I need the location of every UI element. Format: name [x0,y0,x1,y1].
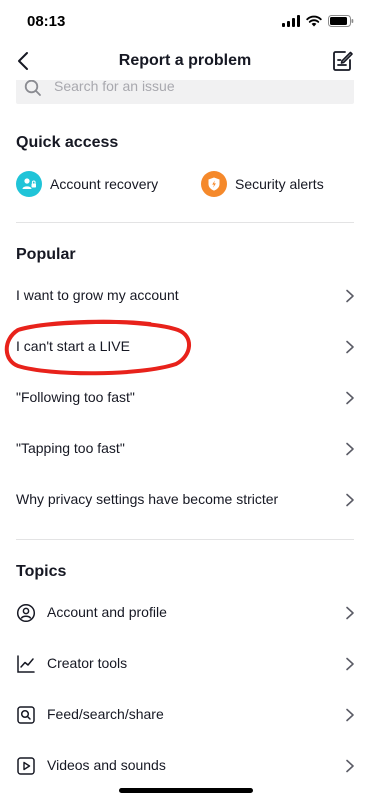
status-time: 08:13 [27,13,66,30]
cellular-signal-icon [282,15,300,27]
chevron-right-icon [346,708,354,722]
search-box-icon [17,706,35,724]
popular-item-grow-account[interactable]: I want to grow my account [0,276,370,316]
topic-feed-search-share[interactable]: Feed/search/share [0,695,370,735]
popular-item-label: "Following too fast" [16,389,135,405]
edit-report-icon[interactable] [332,50,354,72]
status-bar: 08:13 [0,0,370,44]
divider [16,539,354,540]
battery-icon [328,15,354,27]
topic-label: Creator tools [47,655,128,671]
security-shield-icon [201,171,227,197]
account-recovery-icon [16,171,42,197]
topic-account-and-profile[interactable]: Account and profile [0,593,370,633]
topics-title: Topics [16,563,67,580]
divider [16,222,354,223]
search-placeholder: Search for an issue [54,78,175,94]
page-title: Report a problem [118,52,252,69]
popular-item-privacy-settings[interactable]: Why privacy settings have become stricte… [0,480,370,520]
quick-access-account-recovery[interactable]: Account recovery [16,171,158,197]
chevron-right-icon [346,657,354,671]
topic-label: Videos and sounds [47,757,166,773]
status-icons [282,15,354,27]
popular-item-cant-start-live[interactable]: I can't start a LIVE [0,327,370,367]
quick-access-label: Security alerts [235,176,324,192]
popular-item-label: "Tapping too fast" [16,440,125,456]
popular-item-label: Why privacy settings have become stricte… [16,491,279,507]
quick-access-label: Account recovery [50,176,159,192]
chevron-right-icon [346,442,354,456]
quick-access-title: Quick access [16,134,119,151]
video-icon [17,757,35,775]
topic-creator-tools[interactable]: Creator tools [0,644,370,684]
popular-item-label: I can't start a LIVE [16,338,130,354]
chevron-right-icon [346,493,354,507]
topic-videos-and-sounds[interactable]: Videos and sounds [0,746,370,786]
chevron-right-icon [346,340,354,354]
nav-bar: Report a problem [0,44,370,80]
popular-item-tapping-too-fast[interactable]: "Tapping too fast" [0,429,370,469]
search-icon [24,79,41,96]
chevron-right-icon [346,289,354,303]
quick-access-security-alerts[interactable]: Security alerts [201,171,324,197]
home-indicator [119,788,253,793]
popular-title: Popular [16,246,76,263]
chevron-right-icon [346,391,354,405]
chevron-right-icon [346,606,354,620]
chevron-right-icon [346,759,354,773]
topic-label: Account and profile [47,604,167,620]
popular-item-label: I want to grow my account [16,287,179,303]
profile-icon [16,603,36,623]
wifi-icon [306,15,322,27]
popular-item-following-too-fast[interactable]: "Following too fast" [0,378,370,418]
chart-line-icon [17,655,35,673]
topic-label: Feed/search/share [47,706,164,722]
